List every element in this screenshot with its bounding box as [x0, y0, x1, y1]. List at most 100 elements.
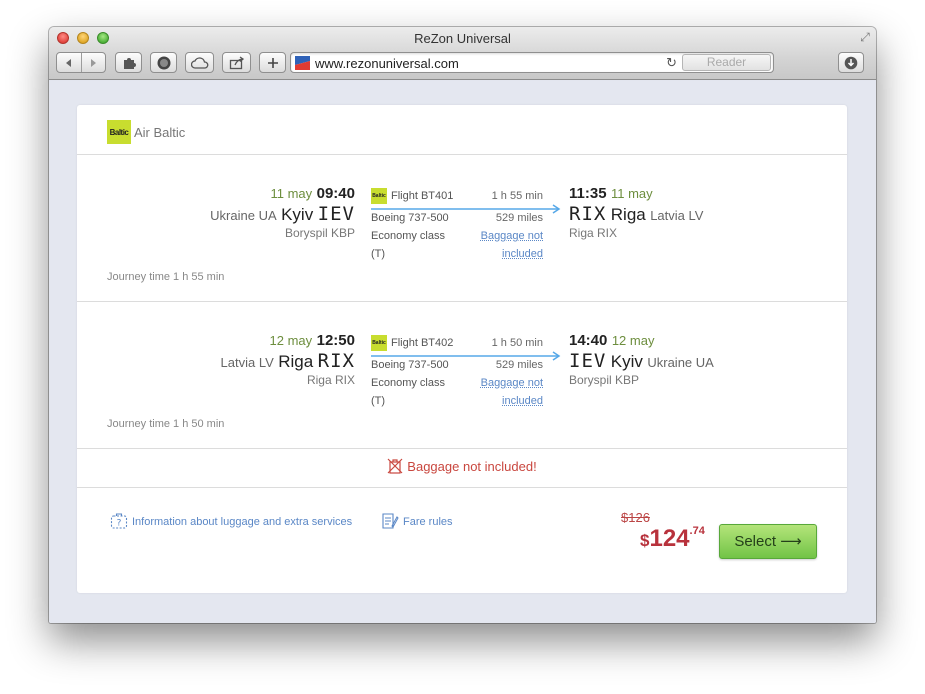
nav-buttons — [56, 52, 106, 73]
forward-button[interactable] — [80, 53, 105, 72]
flight-duration: 1 h 50 min — [491, 337, 543, 349]
baggage-link-line1[interactable]: Baggage not — [481, 377, 543, 389]
arrival-date: 11 may — [611, 186, 653, 201]
divider — [77, 448, 847, 449]
arrival-airport: Riga RIX — [569, 226, 618, 240]
downloads-button[interactable] — [838, 52, 864, 73]
departure-code: RIX — [317, 350, 355, 372]
departure-country: Ukraine UA — [210, 208, 277, 223]
window-title: ReZon Universal — [414, 31, 511, 46]
flight-segment-return: 12 may 12:50 Latvia LV Riga RIX Riga RIX… — [77, 302, 847, 448]
departure-city: Kyiv — [281, 205, 314, 224]
share-icon — [229, 55, 244, 69]
journey-time-value: 1 h 55 min — [173, 271, 225, 283]
arrival-datetime: 14:40 12 may — [569, 332, 654, 350]
departure-city: Riga — [278, 352, 314, 371]
departure-country: Latvia LV — [220, 355, 274, 370]
back-arrow-icon — [65, 58, 71, 67]
baggage-link-line2[interactable]: included — [502, 395, 543, 407]
back-button[interactable] — [57, 53, 81, 72]
arrival-place: IEV Kyiv Ukraine UA — [569, 350, 714, 372]
title-bar: ReZon Universal ⤢ www.rezonuniversal.com… — [49, 27, 876, 80]
divider — [77, 487, 847, 488]
departure-time: 12:50 — [316, 332, 355, 349]
arrival-date: 12 may — [611, 333, 655, 348]
arrival-place: RIX Riga Latvia LV — [569, 203, 703, 225]
luggage-info-link[interactable]: ? Information about luggage and extra se… — [110, 512, 352, 530]
page-content: Baltic Air Baltic 11 may 09:40 Ukraine U… — [49, 81, 876, 623]
journey-time: Journey time 1 h 55 min — [107, 271, 224, 283]
departure-datetime: 12 may 12:50 — [270, 332, 355, 350]
arrival-time: 11:35 — [569, 185, 607, 202]
price-cents: .74 — [689, 525, 705, 537]
fare-rules-link[interactable]: Fare rules — [381, 512, 453, 530]
icloud-button[interactable] — [185, 52, 214, 73]
aircraft: Boeing 737-500 — [371, 359, 449, 371]
browser-window: ReZon Universal ⤢ www.rezonuniversal.com… — [49, 27, 876, 623]
arrival-city: Kyiv — [610, 352, 643, 371]
mini-airline-logo: Baltic — [371, 335, 387, 351]
luggage-info-text: Information about luggage and extra serv… — [132, 516, 353, 528]
journey-time-label: Journey time — [107, 271, 170, 283]
site-favicon-icon — [295, 56, 310, 70]
departure-code: IEV — [317, 203, 355, 225]
distance: 529 miles — [495, 212, 543, 224]
svg-text:?: ? — [117, 519, 122, 529]
price: $124.74 — [640, 525, 705, 553]
departure-date: 11 may — [270, 186, 313, 201]
departure-place: Ukraine UA Kyiv IEV — [210, 203, 355, 225]
plus-icon — [267, 57, 278, 68]
cabin-class: Economy class — [371, 377, 445, 389]
arrival-time: 14:40 — [569, 332, 608, 349]
flight-info: Baltic Flight BT401 1 h 55 min Boeing 73… — [371, 155, 561, 275]
baggage-warning-text: Baggage not included! — [407, 459, 537, 474]
aircraft: Boeing 737-500 — [371, 212, 449, 224]
share-button[interactable] — [222, 52, 251, 73]
departure-time: 09:40 — [316, 185, 355, 202]
departure-datetime: 11 may 09:40 — [271, 185, 356, 203]
top-sites-button[interactable] — [150, 52, 177, 73]
puzzle-icon — [123, 57, 136, 69]
cloud-icon — [190, 56, 208, 69]
baggage-link-line2[interactable]: included — [502, 248, 543, 260]
reader-button[interactable]: Reader — [682, 54, 771, 71]
clock-icon — [157, 56, 170, 69]
departure-place: Latvia LV Riga RIX — [221, 350, 355, 372]
new-tab-button[interactable] — [259, 52, 286, 73]
flight-offer-card: Baltic Air Baltic 11 may 09:40 Ukraine U… — [77, 105, 847, 593]
flight-duration: 1 h 55 min — [491, 190, 543, 202]
url-text: www.rezonuniversal.com — [315, 56, 459, 71]
fare-code: (T) — [371, 395, 386, 407]
mini-airline-logo: Baltic — [371, 188, 387, 204]
airline-name: Air Baltic — [134, 125, 186, 140]
old-price: $126 — [621, 510, 650, 525]
arrival-country: Latvia LV — [650, 208, 704, 223]
select-button[interactable]: Select ⟶ — [719, 524, 817, 559]
address-bar[interactable]: www.rezonuniversal.com ↻ Reader — [290, 52, 774, 73]
fare-code: (T) — [371, 248, 386, 260]
arrival-code: IEV — [569, 350, 607, 372]
flight-segment-outbound: 11 may 09:40 Ukraine UA Kyiv IEV Boryspi… — [77, 155, 847, 301]
journey-time-label: Journey time — [107, 418, 170, 430]
departure-airport: Riga RIX — [306, 373, 355, 387]
reload-icon[interactable]: ↻ — [666, 55, 677, 71]
forward-arrow-icon — [91, 58, 97, 67]
fare-rules-text: Fare rules — [403, 516, 453, 528]
arrival-city: Riga — [610, 205, 646, 224]
airline-logo: Baltic — [107, 120, 131, 144]
fullscreen-icon[interactable]: ⤢ — [858, 30, 872, 44]
arrival-airport: Boryspil KBP — [569, 373, 640, 387]
journey-time: Journey time 1 h 50 min — [107, 418, 224, 430]
arrival-datetime: 11:35 11 may — [569, 185, 653, 203]
arrival-code: RIX — [569, 203, 607, 225]
fare-rules-icon — [382, 513, 399, 529]
journey-time-value: 1 h 50 min — [173, 418, 225, 430]
extensions-button[interactable] — [115, 52, 142, 73]
cabin-class: Economy class — [371, 230, 445, 242]
baggage-link-line1[interactable]: Baggage not — [481, 230, 543, 242]
arrival-country: Ukraine UA — [647, 355, 714, 370]
price-main: 124 — [649, 525, 690, 552]
no-baggage-icon — [387, 458, 403, 474]
departure-date: 12 may — [269, 333, 313, 348]
luggage-info-icon: ? — [110, 513, 128, 529]
